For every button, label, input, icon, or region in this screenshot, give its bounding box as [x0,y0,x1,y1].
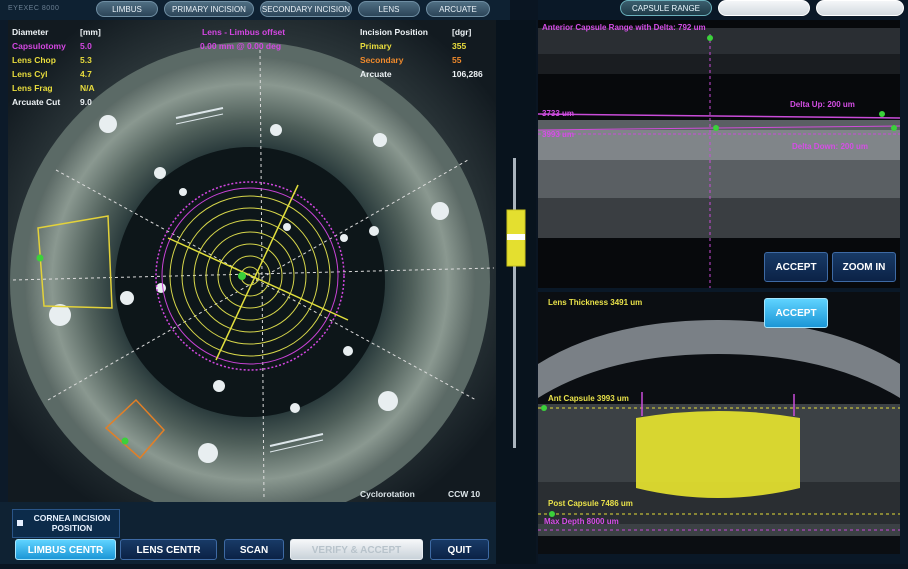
tab-lens[interactable]: LENS [358,1,420,17]
secondary-label: Secondary [360,55,404,65]
tab-arcuate[interactable]: ARCUATE [426,1,490,17]
lens-thickness-label: Lens Thickness 3491 um [548,298,643,307]
primary-label: Primary [360,41,392,51]
tab-blank-2[interactable] [816,0,904,16]
bottom-controls: CORNEA INCISION POSITION LIMBUS CENTR LE… [0,502,510,564]
lens-limbus-offset-title: Lens - Limbus offset [202,27,286,37]
capsulotomy-label: Capsulotomy [12,41,66,51]
arcuate-label: Arcuate [360,69,392,79]
ant-capsule-label: Ant Capsule 3993 um [548,394,629,403]
tab-primary-incision[interactable]: PRIMARY INCISION [164,1,254,17]
max-depth-label: Max Depth 8000 um [544,517,619,526]
depth-label-a: 3733 um [542,109,575,118]
lens-cyl-value: 4.7 [80,69,92,79]
lens-frag-value: N/A [80,83,95,93]
quit-button[interactable]: QUIT [430,539,489,560]
eye-camera-view[interactable]: Diameter [mm] Capsulotomy 5.0 Lens Chop … [8,20,496,502]
lens-cyl-label: Lens Cyl [12,69,48,79]
capsulotomy-value: 5.0 [80,41,92,51]
accept-lens-button[interactable]: ACCEPT [764,298,828,328]
cornea-incision-position-toggle[interactable]: CORNEA INCISION POSITION [12,509,120,538]
tab-limbus[interactable]: LIMBUS [96,1,158,17]
depth-label-b: 3993 um [542,130,575,139]
oct-anterior-image [538,20,900,288]
arcuate-cut-value: 9.0 [80,97,92,107]
zoom-in-button[interactable]: ZOOM IN [832,252,896,282]
lens-chop-value: 5.3 [80,55,92,65]
verify-accept-button[interactable]: VERIFY & ACCEPT [290,539,423,560]
secondary-value: 55 [452,55,462,65]
lens-frag-label: Lens Frag [12,83,53,93]
brand-label: EYEXEC 8000 [8,5,60,12]
primary-value: 355 [452,41,467,51]
right-panel: CAPSULE RANGE Anterior Capsule Range wit… [538,0,908,564]
lens-limbus-offset-value: 0.00 mm @ 0.00 deg [200,41,282,51]
diameter-unit: [mm] [80,27,101,37]
depth-slider-track [506,158,526,448]
delta-up-label: Delta Up: 200 um [790,100,855,109]
incision-unit: [dgr] [452,27,472,37]
left-panel: EYEXEC 8000 LIMBUS PRIMARY INCISION SECO… [0,0,510,564]
tab-secondary-incision[interactable]: SECONDARY INCISION [260,1,352,17]
cornea-incision-position-label: CORNEA INCISION POSITION [33,513,111,533]
delta-down-label: Delta Down: 200 um [792,142,869,151]
tab-blank-1[interactable] [718,0,810,16]
scan-button[interactable]: SCAN [224,539,284,560]
oct-scan-lens[interactable]: Lens Thickness 3491 um ACCEPT Ant Capsul… [538,292,900,554]
incision-position-label: Incision Position [360,27,429,37]
oct-scan-anterior[interactable]: Anterior Capsule Range with Delta: 792 u… [538,20,900,288]
accept-range-button[interactable]: ACCEPT [764,252,828,282]
tab-bar: EYEXEC 8000 LIMBUS PRIMARY INCISION SECO… [0,0,510,20]
diameter-label: Diameter [12,27,49,37]
arcuate-cut-label: Arcuate Cut [12,97,61,107]
depth-slider[interactable] [496,20,536,564]
tab-capsule-range[interactable]: CAPSULE RANGE [620,0,712,16]
checkbox[interactable] [17,520,23,526]
lens-chop-label: Lens Chop [12,55,56,65]
cyclorotation-value: CCW 10 [448,489,481,499]
cyclorotation-label: Cyclorotation [360,489,415,499]
lens-centr-button[interactable]: LENS CENTR [120,539,217,560]
oct-lens-image [538,292,900,554]
limbus-centr-button[interactable]: LIMBUS CENTR [15,539,116,560]
arcuate-value: 106,286 [452,69,483,79]
post-capsule-label: Post Capsule 7486 um [548,499,633,508]
anterior-capsule-range-label: Anterior Capsule Range with Delta: 792 u… [542,23,706,32]
